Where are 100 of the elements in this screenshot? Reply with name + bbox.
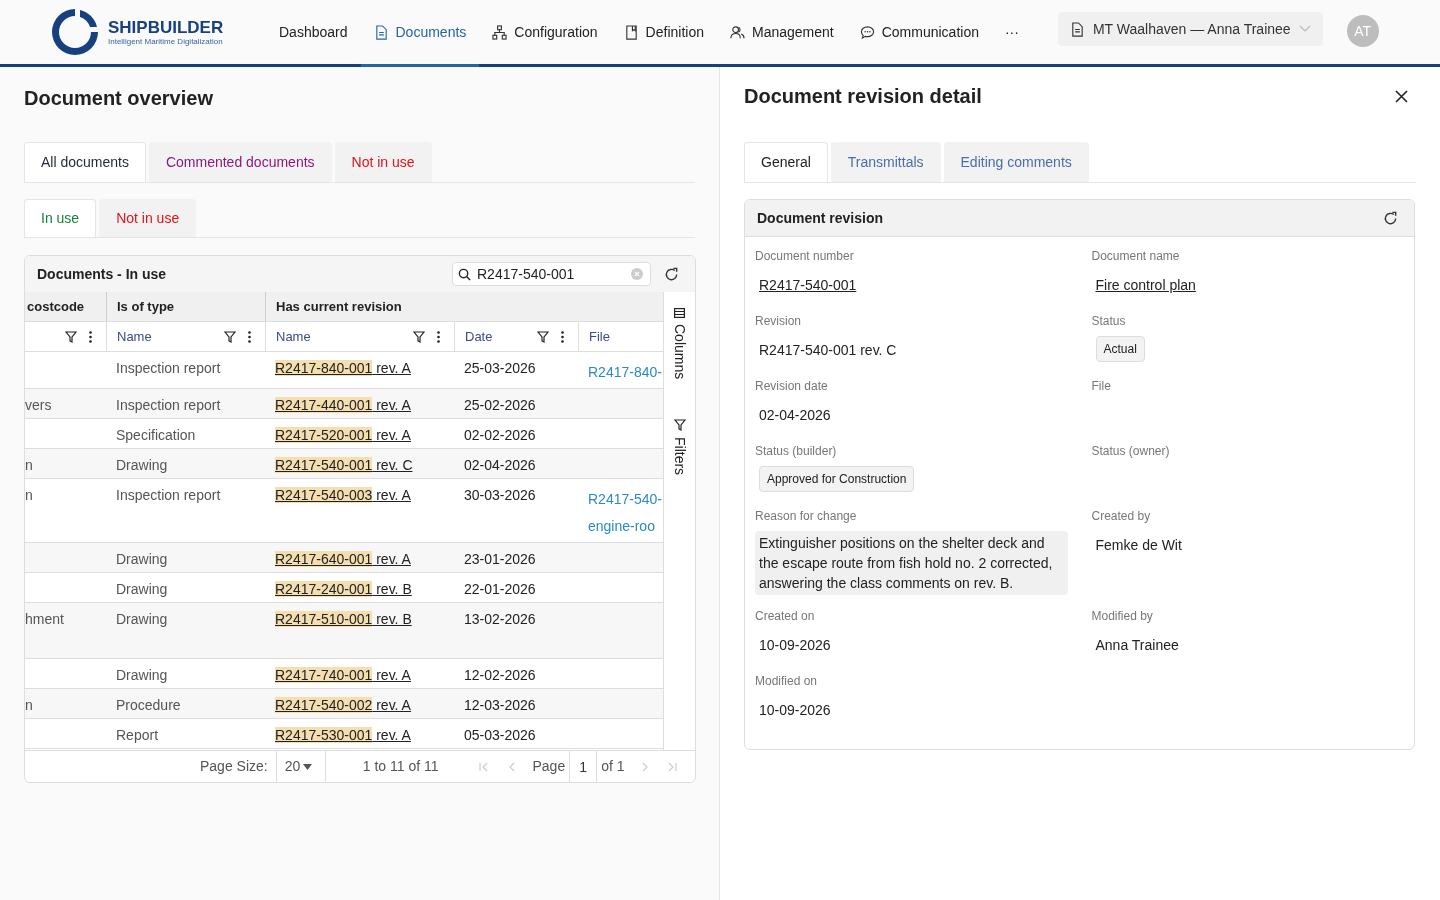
table-cell: Inspection report <box>116 360 221 376</box>
table-cell: Drawing <box>116 611 168 627</box>
nav-item[interactable]: Definition <box>610 0 717 67</box>
table-cell: Inspection report <box>116 397 221 413</box>
table-cell: 12-03-2026 <box>464 697 536 713</box>
field-value: 10-09-2026 <box>758 636 832 655</box>
status-badge: Approved for Construction <box>759 466 915 492</box>
column-header[interactable]: Name <box>117 326 152 347</box>
tab[interactable]: All documents <box>24 142 146 182</box>
table-cell: Drawing <box>116 457 168 473</box>
row-range: 1 to 11 of 11 <box>362 757 439 776</box>
hierarchy-icon <box>492 24 508 40</box>
table-cell: n <box>25 697 33 713</box>
table-cell: 05-03-2026 <box>464 727 536 743</box>
status-badge: Actual <box>1095 336 1145 362</box>
field-label: Revision date <box>755 378 828 395</box>
file-link[interactable]: R2417-840- <box>588 362 663 383</box>
filter-icon[interactable] <box>224 330 236 343</box>
nav-item[interactable]: Communication <box>846 0 992 67</box>
field-value: R2417-540-001 rev. C <box>758 341 898 360</box>
field-label: Document name <box>1091 248 1180 265</box>
column-header[interactable]: File <box>589 326 610 347</box>
filter-icon[interactable] <box>413 330 425 343</box>
column-header[interactable]: Date <box>465 326 493 347</box>
chevron-down-icon <box>1298 25 1311 33</box>
page-size-label: Page Size: <box>200 757 268 776</box>
filter-icon[interactable] <box>537 330 549 343</box>
tab[interactable]: Transmittals <box>830 142 941 182</box>
close-icon[interactable] <box>1395 89 1408 103</box>
refresh-icon[interactable] <box>664 266 679 282</box>
field-value: 02-04-2026 <box>758 406 832 425</box>
table-cell: Drawing <box>116 667 168 683</box>
tab[interactable]: Not in use <box>334 142 432 182</box>
tab[interactable]: Commented documents <box>148 142 332 182</box>
page-label: Page <box>532 757 566 776</box>
side-panel-tab[interactable]: Columns <box>669 308 690 380</box>
nav-item[interactable]: Management <box>716 0 847 67</box>
book-icon <box>623 24 639 40</box>
column-header[interactable]: Name <box>276 326 311 347</box>
column-menu-icon[interactable] <box>561 330 564 343</box>
column-group-header: Is of type <box>117 297 175 316</box>
table-cell: 13-02-2026 <box>464 611 536 627</box>
table-cell: Report <box>116 727 159 743</box>
field-value: Anna Trainee <box>1094 636 1180 655</box>
tab[interactable]: General <box>744 142 828 182</box>
table-cell: Procedure <box>116 697 181 713</box>
nav-item[interactable]: ··· <box>991 0 1032 67</box>
field-label: Status (builder) <box>755 443 837 460</box>
table-cell: 12-02-2026 <box>464 667 536 683</box>
field-label: Status (owner) <box>1091 443 1170 460</box>
nav-item[interactable]: Dashboard <box>266 0 361 67</box>
nav-item[interactable]: Configuration <box>479 0 611 67</box>
field-label: Status <box>1091 313 1126 330</box>
field-label: Document number <box>755 248 854 265</box>
file-link[interactable]: engine-roo <box>588 516 663 537</box>
field-label: Reason for change <box>755 508 857 525</box>
logo-title: SHIPBUILDER <box>108 18 224 36</box>
table-cell: Drawing <box>116 551 168 567</box>
grid-title: Documents - In use <box>37 264 167 284</box>
logo-subtitle: Intelligent Maritime Digitalization <box>108 37 224 46</box>
filter-icon <box>673 419 686 432</box>
table-cell: 23-01-2026 <box>464 551 536 567</box>
search-icon <box>458 268 471 281</box>
table-cell: n <box>25 457 33 473</box>
file-link[interactable]: R2417-540- <box>588 489 663 510</box>
panel-title: Document overview <box>24 86 214 109</box>
panel-title: Document revision detail <box>744 84 982 109</box>
column-menu-icon[interactable] <box>437 330 440 343</box>
field-value: 10-09-2026 <box>758 701 832 720</box>
table-cell: Inspection report <box>116 487 221 503</box>
table-cell: Drawing <box>116 581 168 597</box>
tab[interactable]: Editing comments <box>943 142 1089 182</box>
page-size-select[interactable]: 20 <box>275 751 326 782</box>
document-icon <box>1069 21 1085 37</box>
field-value: Extinguisher positions on the shelter deck and the escape route from fish hold no. 2 corrected, answering the class comments on rev. B. <box>755 531 1068 595</box>
field-link[interactable]: R2417-540-001 <box>755 275 861 296</box>
search-field[interactable]: R2417-540-001 <box>452 262 651 286</box>
field-label: Created on <box>755 608 815 625</box>
table-cell: 22-01-2026 <box>464 581 536 597</box>
filter-icon[interactable] <box>65 330 77 343</box>
table-cell: 02-04-2026 <box>464 457 536 473</box>
field-link[interactable]: Fire control plan <box>1091 275 1200 296</box>
document-icon <box>373 24 389 40</box>
page-count: of 1 <box>601 757 625 776</box>
table-cell: Specification <box>116 427 196 443</box>
field-label: Modified by <box>1091 608 1153 625</box>
table-cell: hment <box>25 611 64 627</box>
refresh-icon[interactable] <box>1383 210 1398 226</box>
column-group-header: Has current revision <box>276 297 402 316</box>
table-cell: 30-03-2026 <box>464 487 536 503</box>
context-selector[interactable]: MT Waalhaven — Anna Trainee <box>1057 12 1323 46</box>
tab[interactable]: In use <box>24 199 97 237</box>
people-icon <box>729 24 745 40</box>
column-menu-icon[interactable] <box>89 330 92 343</box>
page-number-field[interactable]: 1 <box>569 751 598 782</box>
field-label: File <box>1091 378 1111 395</box>
column-menu-icon[interactable] <box>248 330 251 343</box>
tab[interactable]: Not in use <box>99 199 197 237</box>
side-panel-tab[interactable]: Filters <box>669 419 690 476</box>
table-cell: 25-03-2026 <box>464 360 536 376</box>
